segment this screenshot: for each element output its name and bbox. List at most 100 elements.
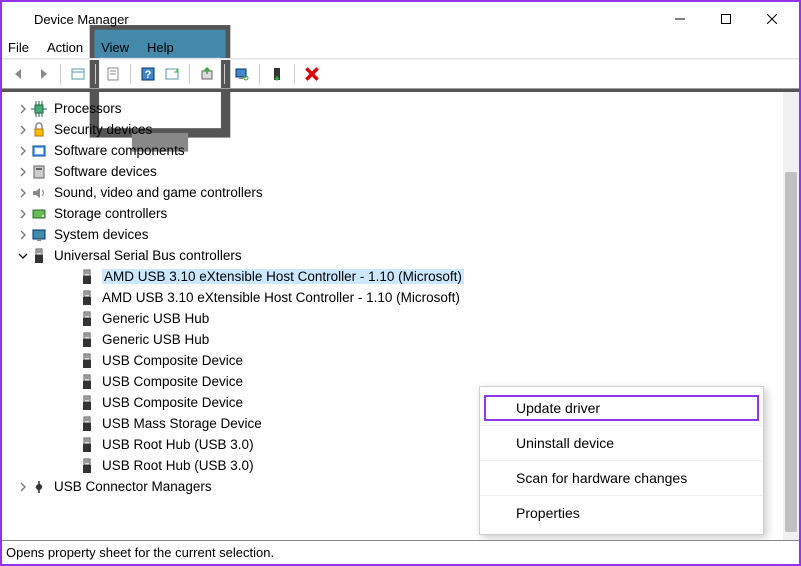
usb-icon [78, 310, 96, 328]
tree-area: Processors Security devices Software compo… [2, 89, 799, 540]
usb-icon [78, 268, 96, 286]
menu-view[interactable]: View [101, 40, 129, 55]
tree-item[interactable]: AMD USB 3.10 eXtensible Host Controller … [10, 266, 799, 287]
separator [224, 64, 225, 84]
tree-category[interactable]: Software devices [10, 161, 799, 182]
tree-label: Sound, video and game controllers [54, 185, 263, 200]
tree-label: Storage controllers [54, 206, 167, 221]
tree-label: System devices [54, 227, 149, 242]
usb-icon [30, 247, 48, 265]
usb-icon [78, 436, 96, 454]
menu-help[interactable]: Help [147, 40, 174, 55]
separator [189, 64, 190, 84]
menu-file[interactable]: File [8, 40, 29, 55]
vertical-scrollbar[interactable] [783, 92, 799, 540]
context-menu-item[interactable]: Properties [480, 495, 763, 530]
scrollbar-thumb[interactable] [785, 172, 797, 532]
chevron-right-icon[interactable] [16, 146, 30, 156]
processor-icon [30, 100, 48, 118]
tree-label: Software components [54, 143, 185, 158]
update-driver-icon[interactable] [196, 63, 218, 85]
tree-category[interactable]: Universal Serial Bus controllers [10, 245, 799, 266]
storage-icon [30, 205, 48, 223]
usb-icon [78, 331, 96, 349]
minimize-button[interactable] [657, 4, 703, 34]
separator [95, 64, 96, 84]
usb-icon [78, 352, 96, 370]
security-icon [30, 121, 48, 139]
usb-connector-icon [30, 478, 48, 496]
tree-label: USB Composite Device [102, 374, 243, 389]
context-menu-item[interactable]: Scan for hardware changes [480, 460, 763, 495]
tree-item[interactable]: USB Composite Device [10, 350, 799, 371]
tree-label: USB Composite Device [102, 395, 243, 410]
disable-icon[interactable] [301, 63, 323, 85]
context-menu: Update driverUninstall deviceScan for ha… [479, 386, 764, 535]
tree-label: AMD USB 3.10 eXtensible Host Controller … [102, 290, 460, 305]
system-icon [30, 226, 48, 244]
status-text: Opens property sheet for the current sel… [6, 545, 274, 560]
menu-action[interactable]: Action [47, 40, 83, 55]
separator [259, 64, 260, 84]
component-icon [30, 142, 48, 160]
chevron-right-icon[interactable] [16, 230, 30, 240]
tree-label: Generic USB Hub [102, 311, 209, 326]
chevron-right-icon[interactable] [16, 167, 30, 177]
usb-icon [78, 457, 96, 475]
window-controls [657, 4, 795, 34]
properties-sheet-icon[interactable] [102, 63, 124, 85]
tree-item[interactable]: AMD USB 3.10 eXtensible Host Controller … [10, 287, 799, 308]
tree-label: USB Connector Managers [54, 479, 212, 494]
usb-icon [78, 415, 96, 433]
usb-icon [78, 289, 96, 307]
tree-category[interactable]: Security devices [10, 119, 799, 140]
tree-label: Security devices [54, 122, 152, 137]
app-icon [10, 11, 26, 27]
toolbar: ? [2, 59, 799, 89]
titlebar: Device Manager [2, 2, 799, 36]
menubar: File Action View Help [2, 36, 799, 59]
window-title: Device Manager [34, 12, 657, 27]
svg-text:?: ? [145, 69, 152, 81]
tree-label: Processors [54, 101, 122, 116]
show-hidden-icon[interactable] [67, 63, 89, 85]
statusbar: Opens property sheet for the current sel… [2, 540, 799, 564]
tree-category[interactable]: Sound, video and game controllers [10, 182, 799, 203]
chevron-right-icon[interactable] [16, 188, 30, 198]
tree-category[interactable]: Storage controllers [10, 203, 799, 224]
tree-label: Software devices [54, 164, 157, 179]
tree-category[interactable]: System devices [10, 224, 799, 245]
close-button[interactable] [749, 4, 795, 34]
tree-label: USB Mass Storage Device [102, 416, 262, 431]
tree-category[interactable]: Software components [10, 140, 799, 161]
uninstall-icon[interactable] [266, 63, 288, 85]
tree-item[interactable]: Generic USB Hub [10, 329, 799, 350]
separator [130, 64, 131, 84]
chevron-down-icon[interactable] [16, 251, 30, 261]
tree-item[interactable]: Generic USB Hub [10, 308, 799, 329]
separator [60, 64, 61, 84]
sound-icon [30, 184, 48, 202]
tree-label: Generic USB Hub [102, 332, 209, 347]
chevron-right-icon[interactable] [16, 482, 30, 492]
tree-label: Universal Serial Bus controllers [54, 248, 242, 263]
chevron-right-icon[interactable] [16, 209, 30, 219]
maximize-button[interactable] [703, 4, 749, 34]
back-arrow-icon[interactable] [8, 63, 30, 85]
software-icon [30, 163, 48, 181]
forward-arrow-icon[interactable] [32, 63, 54, 85]
chevron-right-icon[interactable] [16, 125, 30, 135]
separator [294, 64, 295, 84]
tree-label: USB Root Hub (USB 3.0) [102, 437, 254, 452]
help-icon[interactable]: ? [137, 63, 159, 85]
tree-category[interactable]: Processors [10, 98, 799, 119]
tree-label: AMD USB 3.10 eXtensible Host Controller … [102, 269, 464, 284]
scan-hardware-icon[interactable] [231, 63, 253, 85]
context-menu-item[interactable]: Uninstall device [480, 425, 763, 460]
tree-label: USB Composite Device [102, 353, 243, 368]
context-menu-item[interactable]: Update driver [480, 391, 763, 425]
refresh-icon[interactable] [161, 63, 183, 85]
usb-icon [78, 373, 96, 391]
chevron-right-icon[interactable] [16, 104, 30, 114]
usb-icon [78, 394, 96, 412]
